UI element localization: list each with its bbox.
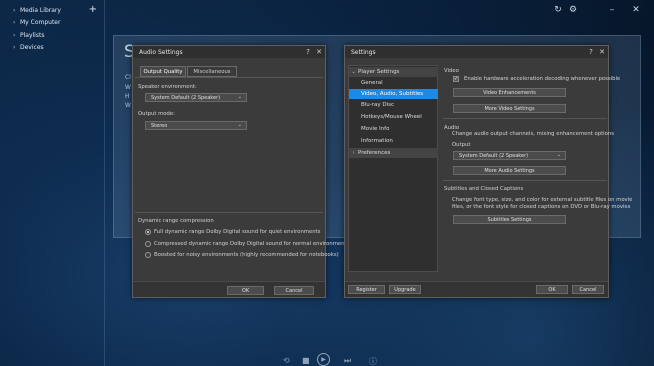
subtitles-settings-button[interactable]: Subtitles Settings [453,215,566,224]
chevron-right-icon: › [352,150,355,156]
tab-output-quality[interactable]: Output Quality [140,66,186,77]
sidebar-item-my-computer[interactable]: › My Computer [0,17,104,30]
chevron-right-icon: › [13,44,16,52]
sidebar-item-playlists[interactable]: › Playlists [0,29,104,42]
tab-miscellaneous[interactable]: Miscellaneous [187,66,237,77]
background-text: Cl [125,74,131,81]
audio-output-value: System Default (2 Speaker) [459,152,529,159]
gear-icon[interactable]: ⚙ [567,4,579,16]
speaker-env-select[interactable]: System Default (2 Speaker) ⌄ [145,93,247,102]
upgrade-button[interactable]: Upgrade [389,285,421,294]
subtitles-heading: Subtitles and Closed Captions [444,186,524,192]
play-button[interactable]: ▶ [317,353,330,366]
speaker-env-value: System Default (2 Speaker) [151,94,221,101]
chevron-right-icon: › [13,19,16,27]
close-icon[interactable]: ✕ [597,47,607,57]
dialog-titlebar: Settings ? ✕ [345,46,608,58]
settings-item-hotkeys[interactable]: Hotkeys/Mouse Wheel [349,112,438,122]
group-player-settings[interactable]: ⌄ Player Settings [349,67,438,77]
output-mode-label: Output mode: [138,111,175,117]
settings-item-bluray-disc[interactable]: Blu-ray Disc [349,100,438,110]
add-icon[interactable]: + [89,4,97,16]
group-label: Preferences [358,150,391,156]
cancel-button[interactable]: Cancel [572,285,604,294]
ok-button[interactable]: OK [227,286,264,295]
settings-item-information[interactable]: Information [349,136,438,146]
ok-button[interactable]: OK [536,285,568,294]
audio-output-label: Output [452,142,471,148]
sidebar-item-devices[interactable]: › Devices [0,42,104,55]
close-icon[interactable]: ✕ [630,4,642,16]
settings-item-video-audio-subtitles[interactable]: Video, Audio, Subtitles [349,89,438,99]
background-text: W [125,84,131,91]
sidebar-item-label: Media Library [20,6,61,14]
chevron-right-icon: › [13,6,16,14]
background-text: H [125,93,130,100]
refresh-icon[interactable]: ↻ [552,4,564,16]
chevron-down-icon: ⌄ [556,152,561,158]
more-audio-settings-button[interactable]: More Audio Settings [453,166,566,175]
group-preferences[interactable]: › Preferences [349,148,438,158]
background-text: W [125,102,131,109]
subtitles-description-2: files, or the font style for closed capt… [452,204,631,210]
audio-description: Change audio output channels, mixing enh… [452,131,614,137]
minimize-icon[interactable]: – [606,4,618,16]
cancel-button[interactable]: Cancel [274,286,314,295]
sidebar-item-label: My Computer [20,19,61,27]
output-mode-value: Stereo [151,122,168,129]
dialog-titlebar: Audio Settings ? ✕ [133,46,325,58]
sidebar-item-label: Playlists [20,31,45,39]
drc-label: Dynamic range compression [138,218,214,224]
section-divider [443,180,607,181]
chevron-down-icon: ⌄ [351,69,356,75]
drc-radio-compressed[interactable] [145,241,151,247]
audio-output-select[interactable]: System Default (2 Speaker) ⌄ [453,151,566,160]
replay-icon[interactable]: ⟲ [283,356,290,365]
stop-icon[interactable]: ■ [302,356,310,365]
close-icon[interactable]: ✕ [314,47,324,57]
sidebar-divider [104,0,105,366]
chevron-down-icon: ⌄ [237,122,242,128]
sidebar-item-label: Devices [20,44,44,52]
register-button[interactable]: Register [348,285,385,294]
settings-item-movie-info[interactable]: Movie Info [349,124,438,134]
settings-category-list: ⌄ Player Settings General Video, Audio, … [348,65,438,272]
help-icon[interactable]: ? [303,47,313,57]
section-divider [135,212,323,213]
audio-settings-dialog: Audio Settings ? ✕ [132,45,326,298]
tab-divider [135,77,323,78]
settings-item-general[interactable]: General [349,78,438,88]
info-icon[interactable]: ⓘ [369,356,377,366]
subtitles-description-1: Change font type, size, and color for ex… [452,197,633,203]
video-enhancements-button[interactable]: Video Enhancements [453,88,566,97]
drc-option-compressed: Compressed dynamic range Dolby Digital s… [154,241,350,247]
hw-accel-label: Enable hardware acceleration decoding wh… [464,76,621,82]
hw-accel-checkbox[interactable]: ✓ [453,76,459,82]
group-label: Player Settings [358,69,400,75]
drc-option-boosted: Boosted for noisy environments (highly r… [154,252,339,258]
drc-radio-full[interactable] [145,229,151,235]
drc-radio-boosted[interactable] [145,252,151,258]
chevron-down-icon: ⌄ [237,94,242,100]
output-mode-select[interactable]: Stereo ⌄ [145,121,247,130]
section-divider [443,118,607,119]
more-video-settings-button[interactable]: More Video Settings [453,104,566,113]
video-heading: Video [444,68,459,74]
dialog-title: Settings [351,48,376,56]
sidebar: + › Media Library › My Computer › Playli… [0,4,104,54]
chevron-right-icon: › [13,31,16,39]
help-icon[interactable]: ? [586,47,596,57]
drc-option-full: Full dynamic range Dolby Digital sound f… [154,229,321,235]
next-icon[interactable]: ⏭ [344,356,351,366]
dialog-title: Audio Settings [139,48,183,56]
speaker-env-label: Speaker environment: [138,84,197,90]
